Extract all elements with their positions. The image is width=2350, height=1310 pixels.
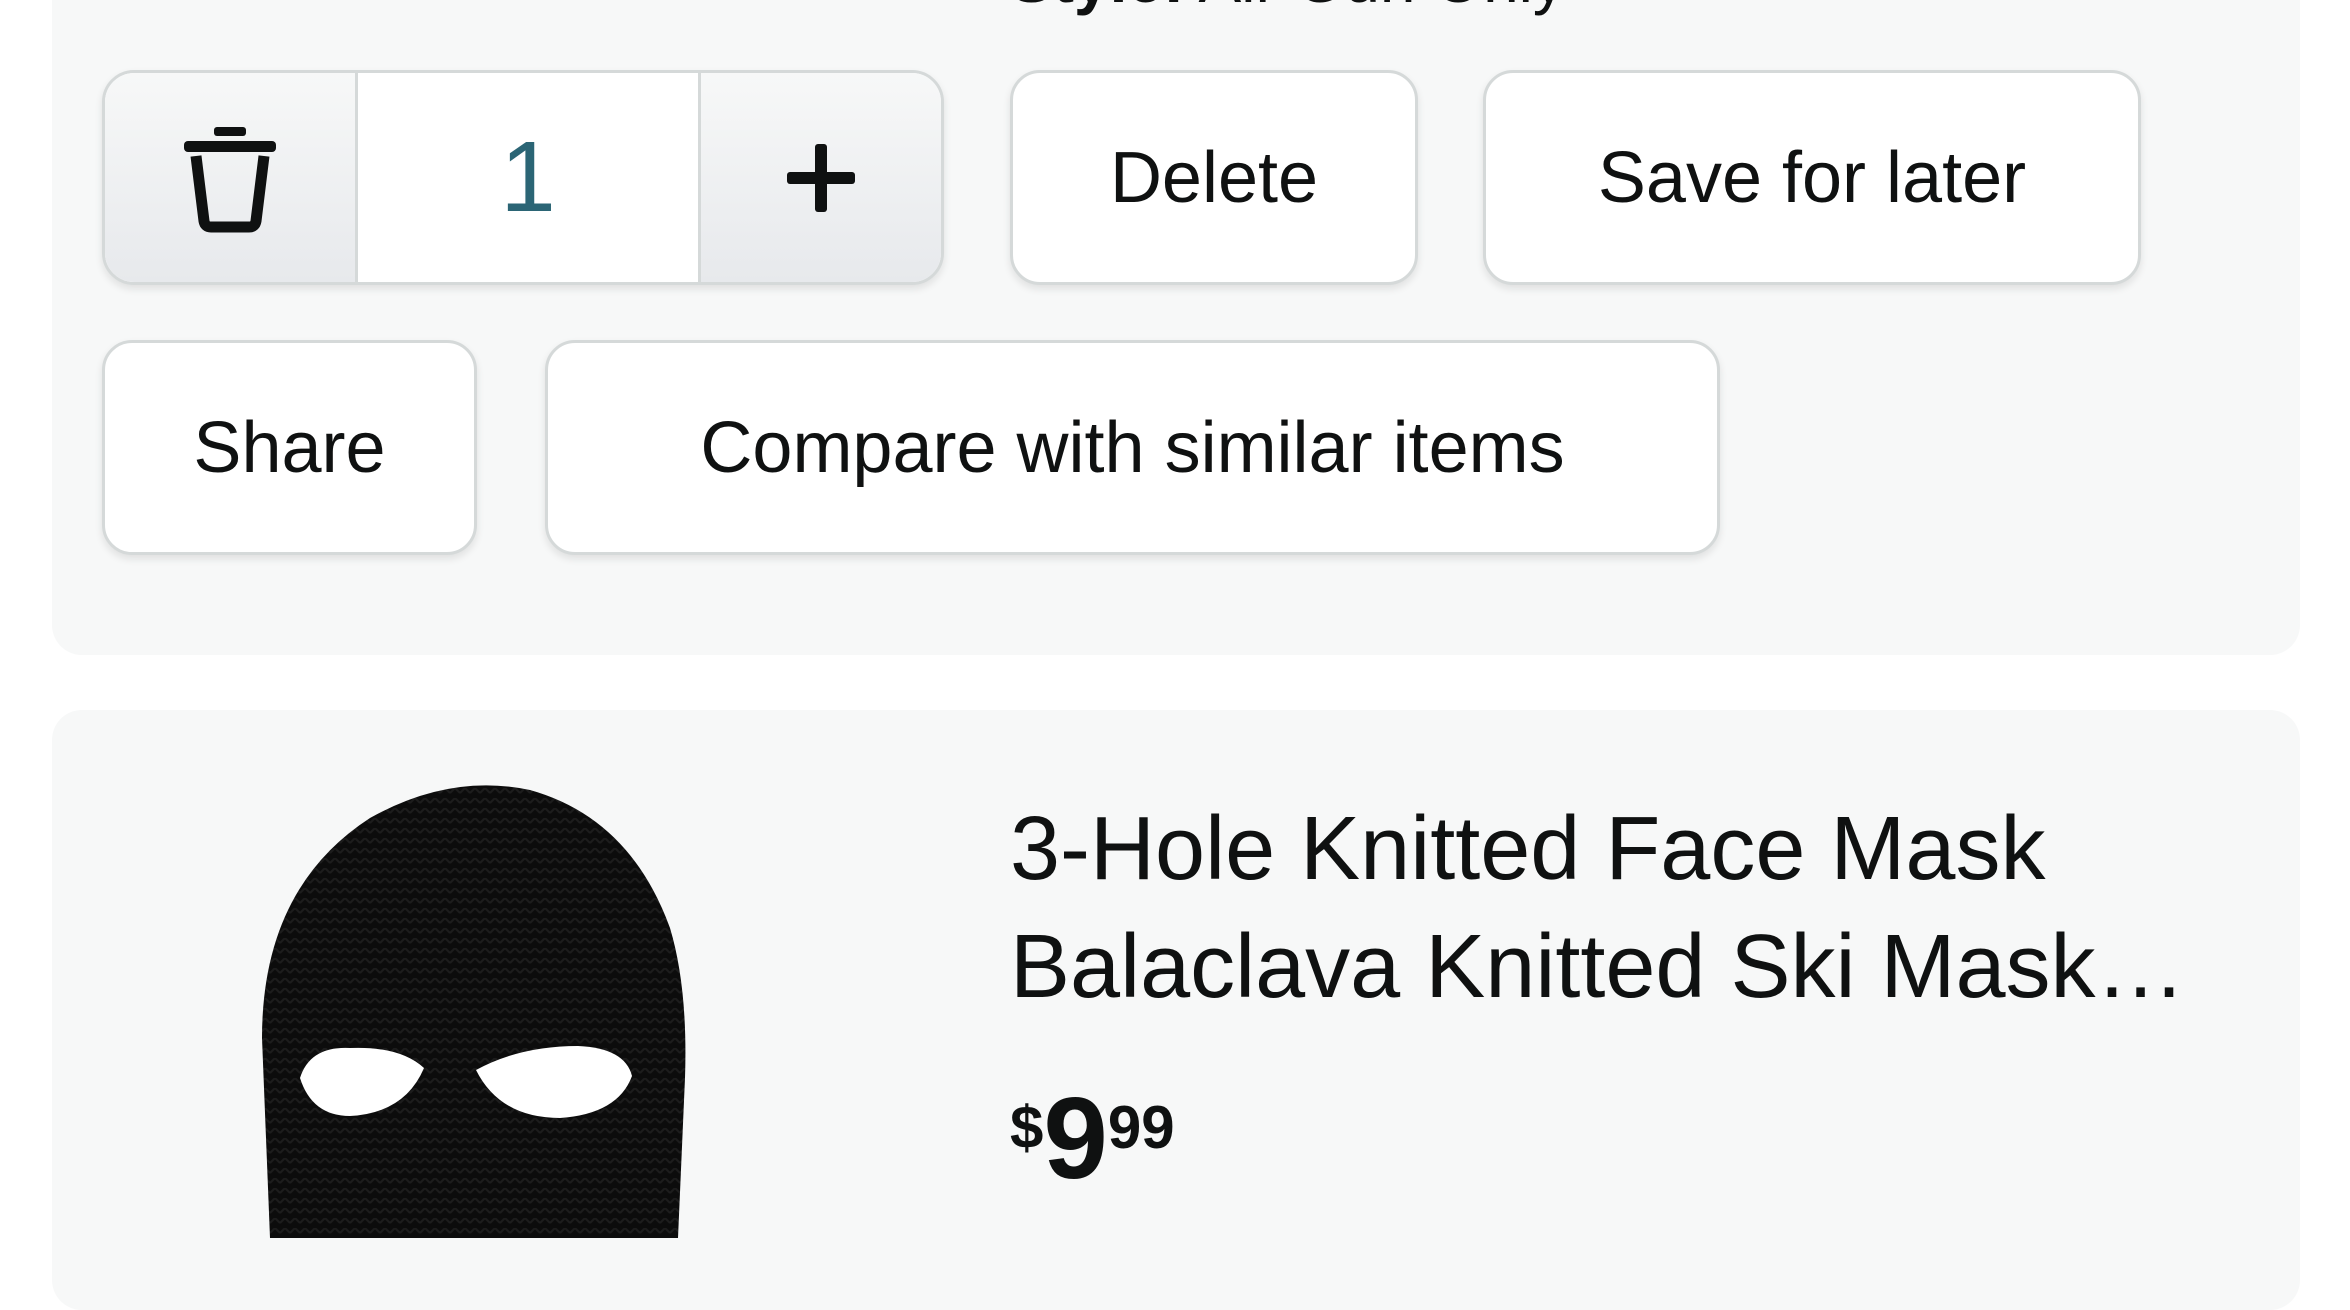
style-value: Air Gun Only (1199, 0, 1565, 16)
style-key: Style: (1010, 0, 1184, 16)
price-symbol: $ (1010, 1094, 1044, 1161)
product-title-line: 3-Hole Knitted Face Mask (1010, 799, 2046, 899)
product-image[interactable] (200, 778, 820, 1238)
trash-icon (184, 126, 276, 232)
save-for-later-button[interactable]: Save for later (1483, 70, 2141, 285)
increase-quantity-button[interactable] (698, 73, 941, 282)
quantity-stepper: 1 (102, 70, 944, 285)
share-button[interactable]: Share (102, 340, 477, 555)
item-style: Style: Air Gun Only (1010, 0, 1565, 20)
quantity-value[interactable]: 1 (358, 73, 698, 282)
plus-icon (787, 143, 855, 212)
decrease-quantity-button[interactable] (105, 73, 358, 282)
delete-button[interactable]: Delete (1010, 70, 1418, 285)
price-whole: 9 (1043, 1073, 1108, 1203)
product-title-line: Balaclava Knitted Ski Mask… (1010, 917, 2186, 1017)
product-title[interactable]: 3-Hole Knitted Face Mask Balaclava Knitt… (1010, 790, 2260, 1026)
product-price: $ 9 99 (1010, 1080, 1175, 1196)
compare-button[interactable]: Compare with similar items (545, 340, 1720, 555)
price-fraction: 99 (1107, 1094, 1175, 1161)
